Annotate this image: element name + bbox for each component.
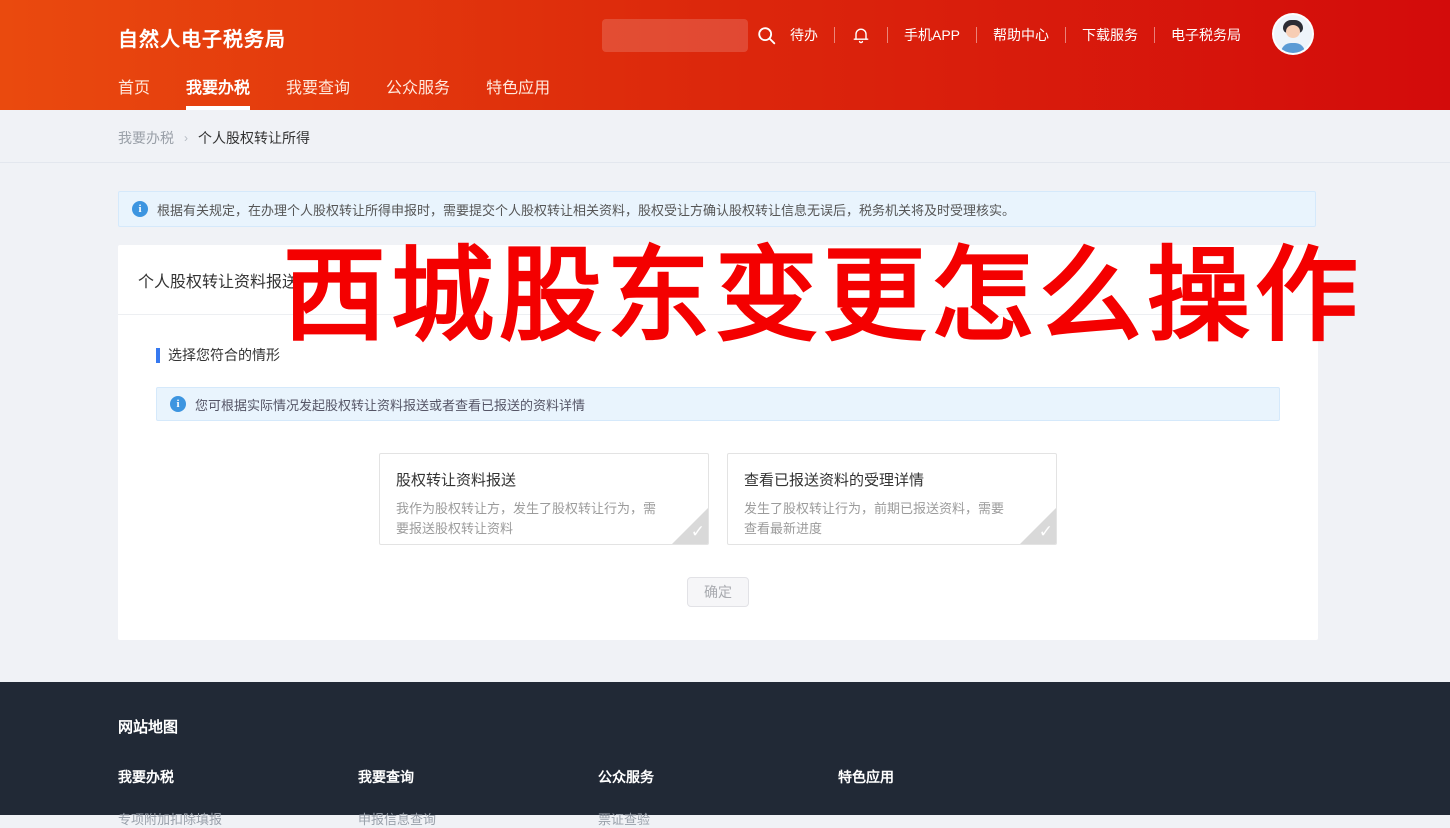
nav-tax-handling-label: 我要办税 xyxy=(186,80,250,97)
section-title: 选择您符合的情形 xyxy=(168,345,280,365)
divider xyxy=(1065,27,1066,43)
content-panel: 个人股权转让资料报送 选择您符合的情形 i 您可根据实际情况发起股权转让资料报送… xyxy=(118,245,1318,640)
app-header: 自然人电子税务局 待办 手机APP 帮助中心 下载服务 电子税务局 xyxy=(0,0,1450,110)
footer-col-public-service: 公众服务 票证查验 xyxy=(598,767,838,828)
option-description: 我作为股权转让方，发生了股权转让行为，需要报送股权转让资料 xyxy=(396,499,692,539)
nav-public-service[interactable]: 公众服务 xyxy=(386,70,450,110)
nav-home-label: 首页 xyxy=(118,80,150,97)
avatar-body xyxy=(1281,43,1305,55)
breadcrumb-separator-icon: › xyxy=(184,131,188,145)
avatar-face xyxy=(1286,25,1300,38)
site-logo[interactable]: 自然人电子税务局 xyxy=(118,23,286,52)
user-avatar[interactable] xyxy=(1272,13,1314,55)
footer-col-header: 我要办税 xyxy=(118,767,358,787)
divider xyxy=(834,27,835,43)
confirm-row: 确定 xyxy=(118,577,1318,607)
header-search xyxy=(602,19,778,52)
nav-query[interactable]: 我要查询 xyxy=(286,70,350,110)
search-input[interactable] xyxy=(602,19,748,52)
option-cards-row: 股权转让资料报送 我作为股权转让方，发生了股权转让行为，需要报送股权转让资料 ✓… xyxy=(118,453,1318,545)
footer-col-header: 公众服务 xyxy=(598,767,838,787)
option-card-submit-materials[interactable]: 股权转让资料报送 我作为股权转让方，发生了股权转让行为，需要报送股权转让资料 ✓ xyxy=(379,453,709,545)
option-title: 股权转让资料报送 xyxy=(396,469,692,490)
nav-tax-handling[interactable]: 我要办税 xyxy=(186,70,250,110)
breadcrumb-parent[interactable]: 我要办税 xyxy=(118,128,174,148)
download-service-link[interactable]: 下载服务 xyxy=(1082,25,1138,45)
notification-bell-icon[interactable] xyxy=(851,24,871,46)
breadcrumb-current: 个人股权转让所得 xyxy=(198,128,310,148)
header-quick-links: 待办 手机APP 帮助中心 下载服务 电子税务局 xyxy=(790,0,1241,70)
nav-query-label: 我要查询 xyxy=(286,80,350,97)
nav-featured-apps-label: 特色应用 xyxy=(486,80,550,97)
footer-link-ticket-verification[interactable]: 票证查验 xyxy=(598,809,838,828)
breadcrumb-bar: 我要办税 › 个人股权转让所得 xyxy=(0,110,1450,163)
nav-home[interactable]: 首页 xyxy=(118,70,150,110)
divider xyxy=(1154,27,1155,43)
main-nav: 首页 我要办税 我要查询 公众服务 特色应用 xyxy=(118,70,550,110)
option-title: 查看已报送资料的受理详情 xyxy=(744,469,1040,490)
footer-col-tax-handling: 我要办税 专项附加扣除填报 xyxy=(118,767,358,828)
mobile-app-link[interactable]: 手机APP xyxy=(904,25,960,45)
panel-title: 个人股权转让资料报送 xyxy=(138,268,298,292)
panel-header: 个人股权转让资料报送 xyxy=(118,245,1318,315)
breadcrumb: 我要办税 › 个人股权转让所得 xyxy=(118,128,310,148)
info-icon: i xyxy=(132,201,148,217)
divider xyxy=(976,27,977,43)
footer-col-query: 我要查询 申报信息查询 xyxy=(358,767,598,828)
info-icon: i xyxy=(170,396,186,412)
tip-text: 您可根据实际情况发起股权转让资料报送或者查看已报送的资料详情 xyxy=(195,395,585,414)
section-header: 选择您符合的情形 xyxy=(156,345,1318,365)
todo-link[interactable]: 待办 xyxy=(790,25,818,45)
option-card-view-progress[interactable]: 查看已报送资料的受理详情 发生了股权转让行为，前期已报送资料，需要查看最新进度 … xyxy=(727,453,1057,545)
page-notice-text: 根据有关规定，在办理个人股权转让所得申报时，需要提交个人股权转让相关资料，股权受… xyxy=(157,200,1015,219)
search-icon[interactable] xyxy=(756,25,778,47)
footer-link-declaration-query[interactable]: 申报信息查询 xyxy=(358,809,598,828)
confirm-button[interactable]: 确定 xyxy=(687,577,749,607)
footer-col-header: 我要查询 xyxy=(358,767,598,787)
etax-bureau-link[interactable]: 电子税务局 xyxy=(1171,25,1241,45)
page-notice-banner: i 根据有关规定，在办理个人股权转让所得申报时，需要提交个人股权转让相关资料，股… xyxy=(118,191,1316,227)
tip-banner: i 您可根据实际情况发起股权转让资料报送或者查看已报送的资料详情 xyxy=(156,387,1280,421)
checkmark-icon: ✓ xyxy=(1039,522,1053,542)
help-center-link[interactable]: 帮助中心 xyxy=(993,25,1049,45)
divider xyxy=(887,27,888,43)
checkmark-icon: ✓ xyxy=(691,522,705,542)
nav-featured-apps[interactable]: 特色应用 xyxy=(486,70,550,110)
footer-sitemap-title: 网站地图 xyxy=(118,716,1450,737)
footer-columns: 我要办税 专项附加扣除填报 我要查询 申报信息查询 公众服务 票证查验 特色应用 xyxy=(118,767,1450,828)
site-footer: 网站地图 我要办税 专项附加扣除填报 我要查询 申报信息查询 公众服务 票证查验… xyxy=(0,682,1450,815)
footer-link-special-deduction[interactable]: 专项附加扣除填报 xyxy=(118,809,358,828)
footer-col-header: 特色应用 xyxy=(838,767,1078,787)
option-description: 发生了股权转让行为，前期已报送资料，需要查看最新进度 xyxy=(744,499,1040,539)
footer-col-featured-apps: 特色应用 xyxy=(838,767,1078,828)
section-accent-bar xyxy=(156,348,160,363)
nav-public-service-label: 公众服务 xyxy=(386,80,450,97)
